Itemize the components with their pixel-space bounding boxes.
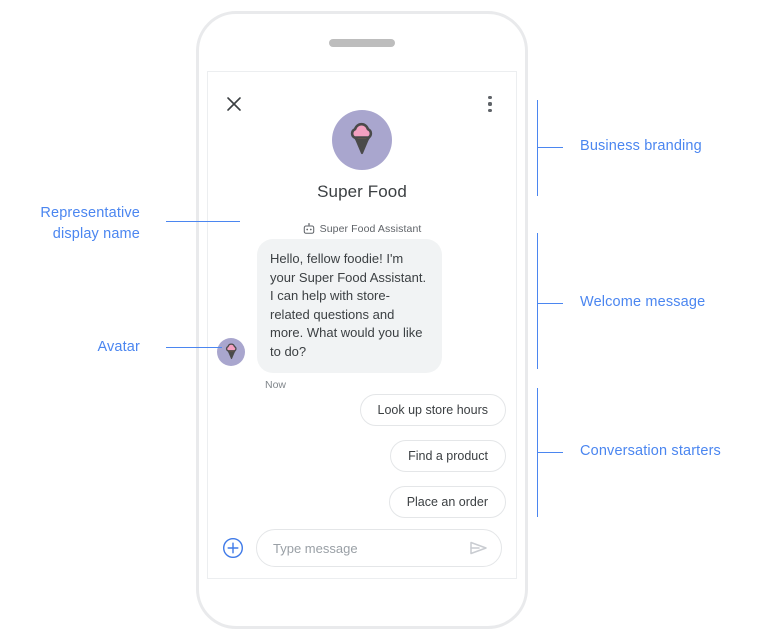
- page-title: Super Food: [317, 182, 407, 201]
- phone-mockup: Super Food Super Food Assistant Hello, f…: [196, 11, 528, 629]
- chat-widget-card: Super Food Super Food Assistant Hello, f…: [207, 71, 517, 579]
- message-input-pill[interactable]: [256, 529, 502, 567]
- annotation-welcome-message: Welcome message: [580, 294, 706, 310]
- annotation-business-branding: Business branding: [580, 138, 702, 154]
- annotation-representative-display-name: Representative display name: [40, 205, 140, 242]
- search-input[interactable]: [273, 540, 459, 556]
- bracket-tick-conversation-starters: [537, 452, 563, 453]
- ice-cream-cone-logo: [332, 110, 392, 170]
- leader-line-representative-display-name: [166, 221, 240, 222]
- speaker-grille: [329, 39, 395, 47]
- annotation-conversation-starters: Conversation starters: [580, 443, 721, 459]
- screenshot-root: Super Food Super Food Assistant Hello, f…: [0, 0, 770, 640]
- avatar: [217, 338, 245, 366]
- conversation-starters: Look up store hours Find a product Place…: [359, 394, 506, 518]
- send-icon[interactable]: [467, 537, 489, 559]
- starter-chip-place-order[interactable]: Place an order: [388, 486, 506, 518]
- add-circle-icon[interactable]: [222, 537, 244, 559]
- bracket-tick-welcome-message: [537, 303, 563, 304]
- bracket-tick-business-branding: [537, 147, 563, 148]
- message-composer: [208, 518, 516, 578]
- starter-chip-store-hours[interactable]: Look up store hours: [359, 394, 506, 426]
- bracket-welcome-message: [537, 233, 538, 369]
- representative-display-name: Super Food Assistant: [208, 223, 516, 235]
- bracket-business-branding: [537, 100, 538, 196]
- annotation-avatar: Avatar: [97, 339, 140, 355]
- starter-chip-find-product[interactable]: Find a product: [390, 440, 506, 472]
- business-branding: Super Food: [208, 110, 516, 202]
- representative-name-label: Super Food Assistant: [319, 223, 422, 235]
- message-timestamp: Now: [265, 379, 287, 391]
- leader-line-avatar: [166, 347, 222, 348]
- welcome-message-bubble: Hello, fellow foodie! I'm your Super Foo…: [257, 239, 442, 373]
- welcome-message-row: Hello, fellow foodie! I'm your Super Foo…: [217, 239, 509, 391]
- bot-face-icon: [303, 223, 314, 234]
